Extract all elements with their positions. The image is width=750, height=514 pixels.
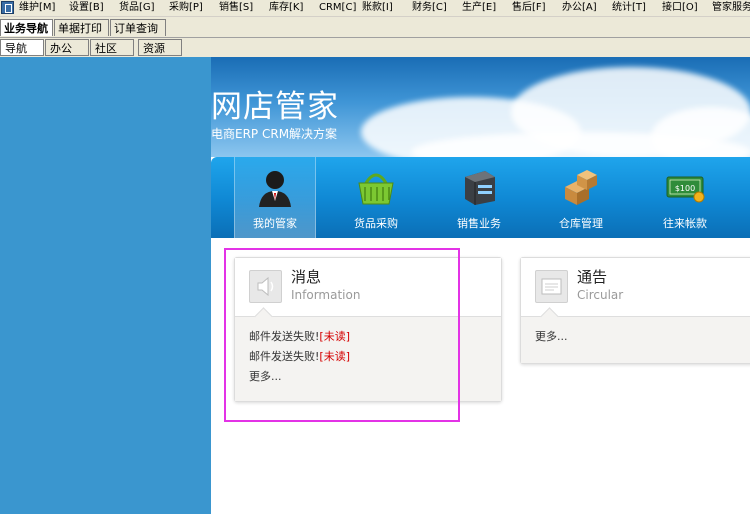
notice-title: 通告 [577,268,608,286]
menu-accounts[interactable]: 账款[I] [362,0,393,16]
server-icon [465,171,495,205]
nav-label: 往来帐款 [663,217,707,230]
app-icon[interactable] [1,1,14,14]
menu-bar: 维护[M] 设置[B] 货品[G] 采购[P] 销售[S] 库存[K] CRM[… [0,0,750,17]
person-icon [259,171,291,207]
menu-production[interactable]: 生产[E] [462,0,496,16]
basket-icon [358,173,394,205]
nav-purchase[interactable]: 货品采购 [336,157,416,238]
nav-my-manager[interactable]: 我的管家 [234,157,316,238]
sub-tab-bar: 导航 办公 社区 资源 [0,38,750,57]
nav-label: 货品采购 [354,217,398,230]
notice-card: 通告 Circular 更多... [520,257,750,364]
menu-maintain[interactable]: 维护[M] [19,0,55,16]
menu-office[interactable]: 办公[A] [562,0,597,16]
tab-community[interactable]: 社区 [90,39,134,56]
module-nav: 我的管家 货品采购 销售业务 仓库管理 $100 往来帐款 [211,157,750,238]
main-tab-bar: 业务导航 单据打印 订单查询 [0,17,750,38]
menu-interface[interactable]: 接口[O] [662,0,698,16]
tab-print-docs[interactable]: 单据打印 [54,19,109,36]
nav-label: 仓库管理 [559,217,603,230]
nav-accounts[interactable]: $100 往来帐款 [645,157,725,238]
money-icon: $100 [666,176,705,203]
nav-label: 我的管家 [253,217,297,230]
menu-aftersale[interactable]: 售后[F] [512,0,546,16]
tab-order-query[interactable]: 订单查询 [110,19,166,36]
left-pane [0,57,211,514]
tab-business-nav[interactable]: 业务导航 [0,19,53,36]
notice-card-header: 通告 Circular [521,258,750,317]
banner: 网店管家 电商ERP CRM解决方案 [211,57,750,157]
notice-body: 更多... [521,317,750,363]
tab-nav[interactable]: 导航 [0,39,44,56]
menu-stock[interactable]: 库存[K] [269,0,303,16]
menu-stats[interactable]: 统计[T] [612,0,646,16]
menu-crm[interactable]: CRM[C] [319,0,356,16]
nav-sales[interactable]: 销售业务 [439,157,519,238]
brand-title: 网店管家 [211,89,339,125]
menu-goods[interactable]: 货品[G] [119,0,155,16]
nav-label: 销售业务 [457,217,501,230]
menu-finance[interactable]: 财务[C] [412,0,447,16]
menu-purchase[interactable]: 采购[P] [169,0,203,16]
brand-subtitle: 电商ERP CRM解决方案 [211,127,338,141]
notice-more-link[interactable]: 更多... [535,327,750,347]
menu-service[interactable]: 管家服务 [712,0,750,16]
notice-subtitle: Circular [577,288,624,302]
tab-office[interactable]: 办公 [45,39,89,56]
nav-warehouse[interactable]: 仓库管理 [541,157,621,238]
svg-text:$100: $100 [675,184,695,193]
tab-resources[interactable]: 资源 [138,39,182,56]
highlight-box [224,248,460,422]
boxes-icon [565,170,597,205]
menu-settings[interactable]: 设置[B] [69,0,104,16]
menu-sales[interactable]: 销售[S] [219,0,253,16]
notice-board-icon [535,270,568,303]
